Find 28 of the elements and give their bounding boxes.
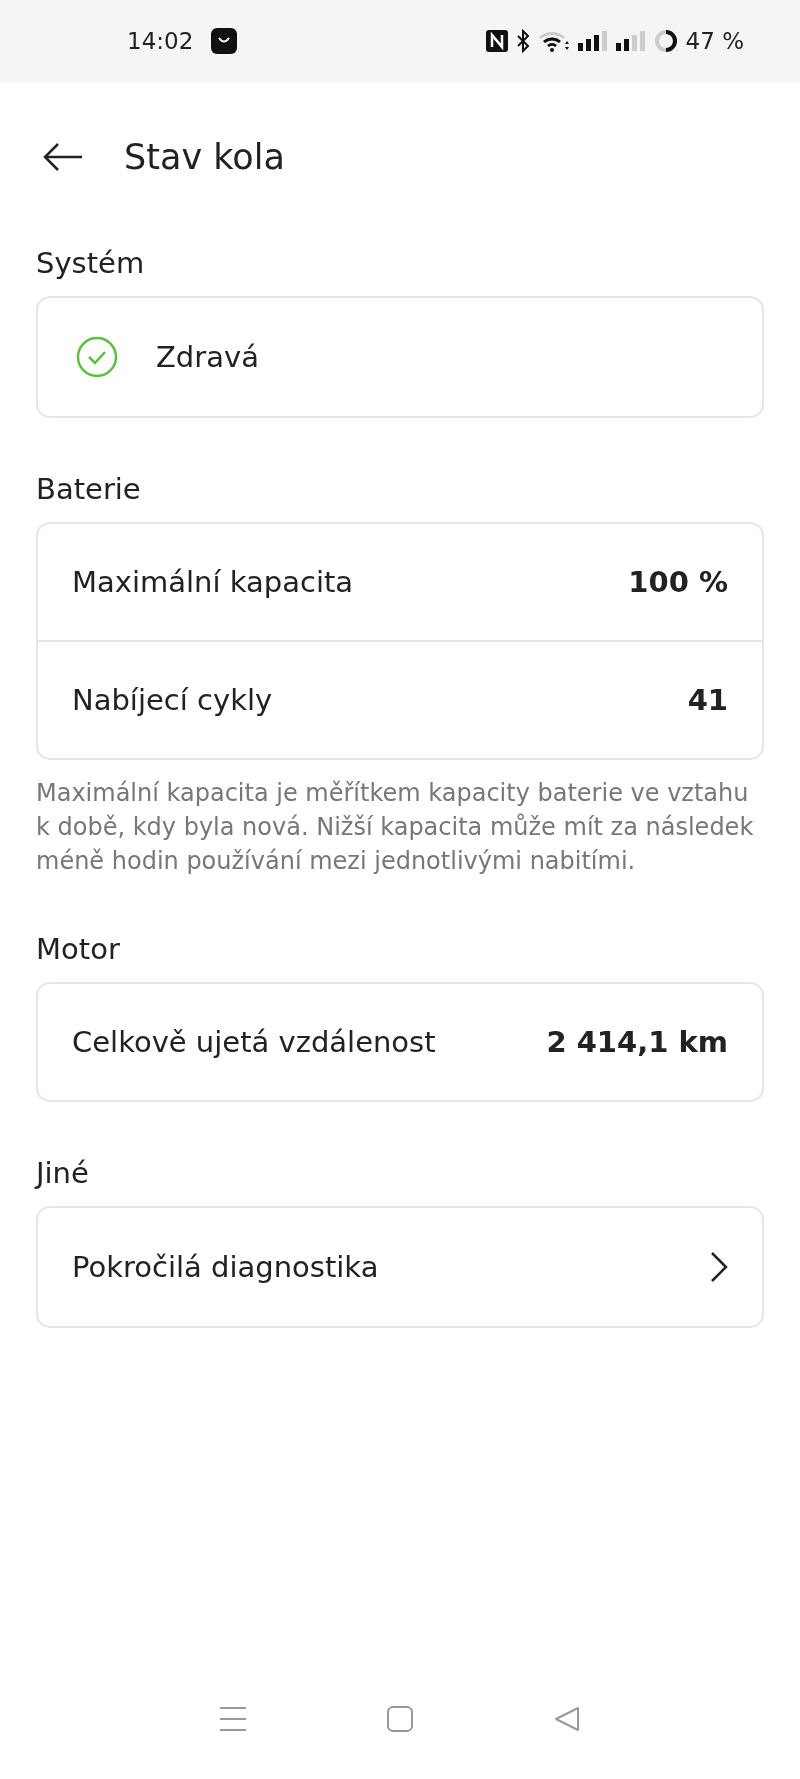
note-text: Maximální kapacita je měřítkem kapacity baterie ve vztahu k době, kdy byla nová. Nižší kapacita může mít za následek méně hodin používání mezi jednotlivými nabitími. xyxy=(36,778,755,877)
app-notification-icon xyxy=(211,28,238,54)
signal-icon xyxy=(577,30,608,52)
link-label[interactable]: Pokročilá diagnostika xyxy=(72,1250,379,1284)
nfc-icon xyxy=(485,30,508,52)
page-title: Stav kola xyxy=(124,137,285,177)
row-value: 100 % xyxy=(628,565,728,599)
menu-icon[interactable] xyxy=(219,1705,248,1733)
signal-icon xyxy=(615,30,646,52)
status-time: 14:02 xyxy=(127,28,194,54)
battery-icon xyxy=(653,29,678,53)
row-label: Celkově ujetá vzdálenost xyxy=(72,1025,436,1059)
wifi-icon xyxy=(537,30,570,52)
row-label: Nabíjecí cykly xyxy=(72,683,273,717)
row-value: 2 414,1 km xyxy=(546,1025,728,1059)
section-title: Systém xyxy=(36,245,146,282)
row-label: Maximální kapacita xyxy=(72,565,354,599)
section-title: Motor xyxy=(36,931,121,968)
home-icon[interactable] xyxy=(386,1705,414,1733)
bluetooth-icon xyxy=(515,29,530,53)
status-label: Zdravá xyxy=(156,340,259,374)
back-icon[interactable] xyxy=(42,142,84,172)
battery-percent: 47 % xyxy=(685,28,744,54)
section-title: Baterie xyxy=(36,471,142,508)
section-title: Jiné xyxy=(36,1155,90,1192)
chevron-right-icon[interactable] xyxy=(710,1251,728,1283)
row-value: 41 xyxy=(687,683,728,717)
back-nav-icon[interactable] xyxy=(552,1705,581,1733)
